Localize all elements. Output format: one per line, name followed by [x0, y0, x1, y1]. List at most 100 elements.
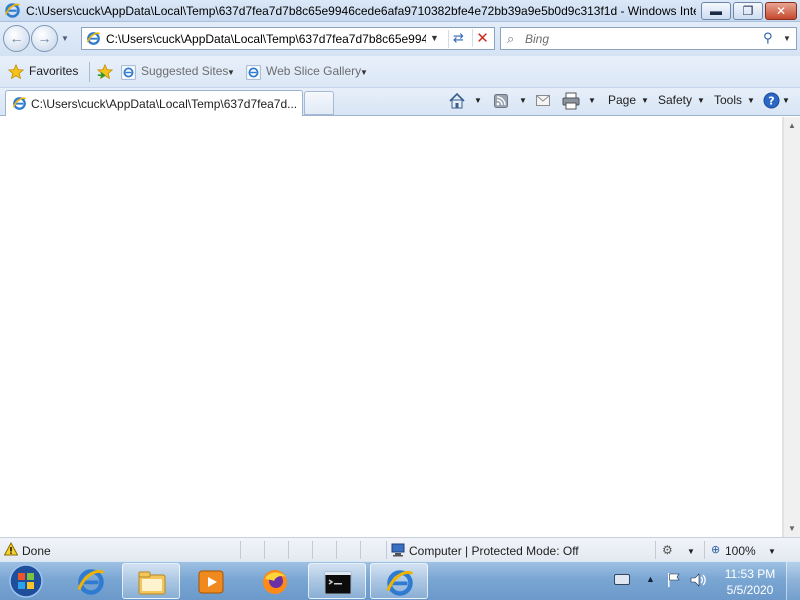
taskbar-explorer[interactable] — [122, 563, 180, 599]
page-content[interactable] — [0, 117, 783, 537]
printer-icon[interactable] — [562, 92, 580, 110]
favorites-star-icon[interactable] — [8, 64, 24, 80]
help-dropdown-icon[interactable]: ▼ — [782, 96, 790, 114]
scroll-down-icon[interactable]: ▼ — [788, 524, 796, 533]
status-divider — [264, 541, 265, 559]
tools-menu[interactable]: Tools ▼ — [714, 93, 755, 111]
recent-pages-dropdown-icon[interactable]: ▼ — [61, 34, 69, 43]
zoom-level[interactable]: 100% — [725, 544, 756, 558]
close-button[interactable]: ✕ — [765, 2, 797, 20]
back-arrow-icon: ← — [9, 30, 24, 46]
taskbar-firefox[interactable] — [246, 563, 304, 599]
safety-dropdown-icon: ▼ — [697, 96, 705, 105]
search-input[interactable] — [525, 30, 755, 47]
show-desktop-button[interactable] — [786, 562, 800, 600]
new-tab-button[interactable] — [304, 91, 334, 115]
ie-icon — [386, 570, 414, 596]
restore-icon: ❐ — [742, 4, 754, 18]
help-icon[interactable]: ? — [763, 92, 780, 109]
address-input[interactable]: C:\Users\cuck\AppData\Local\Temp\637d7fe… — [106, 32, 426, 46]
feeds-dropdown-icon[interactable]: ▼ — [519, 96, 527, 114]
tools-menu-label: Tools — [714, 93, 743, 107]
command-prompt-icon — [324, 571, 352, 595]
status-divider — [360, 541, 361, 559]
page-menu[interactable]: Page ▼ — [608, 93, 649, 111]
search-options-dropdown-icon[interactable]: ▼ — [783, 34, 791, 43]
status-divider — [336, 541, 337, 559]
address-dropdown-icon[interactable]: ▼ — [430, 33, 439, 43]
taskbar-command-prompt[interactable] — [308, 563, 366, 599]
taskbar-media-player[interactable] — [182, 563, 240, 599]
ie-icon — [77, 569, 105, 595]
svg-text:?: ? — [768, 95, 774, 108]
protected-mode-icon[interactable]: ⚙ — [662, 543, 673, 557]
scroll-up-icon[interactable]: ▲ — [788, 121, 796, 130]
add-to-favorites-bar-icon[interactable] — [96, 64, 114, 80]
status-divider — [704, 541, 705, 559]
search-box[interactable]: ⌕ ⚲ ▼ — [500, 27, 797, 50]
page-dropdown-icon: ▼ — [641, 96, 649, 105]
home-icon[interactable] — [448, 92, 466, 110]
taskbar: ▲ 11:53 PM 5/5/2020 — [0, 561, 800, 600]
system-clock[interactable]: 11:53 PM 5/5/2020 — [718, 566, 782, 598]
status-text: Done — [22, 544, 51, 558]
maximize-button[interactable]: ❐ — [733, 2, 763, 20]
address-bar[interactable]: C:\Users\cuck\AppData\Local\Temp\637d7fe… — [81, 27, 495, 50]
forward-button[interactable]: → — [31, 25, 58, 52]
computer-zone-icon — [391, 543, 405, 557]
tab-current[interactable]: C:\Users\cuck\AppData\Local\Temp\637d7fe… — [5, 90, 303, 116]
warning-icon — [4, 542, 18, 556]
firefox-icon — [263, 570, 287, 594]
taskbar-ie[interactable] — [62, 563, 120, 599]
forward-arrow-icon: → — [37, 30, 52, 46]
protected-mode-dropdown-icon[interactable]: ▼ — [687, 547, 695, 556]
mail-icon[interactable] — [536, 95, 550, 106]
print-dropdown-icon[interactable]: ▼ — [588, 96, 596, 114]
media-player-icon — [198, 570, 224, 594]
suggested-sites-ie-icon — [121, 65, 136, 80]
refresh-button[interactable]: ⇄ — [448, 30, 468, 48]
back-button[interactable]: ← — [3, 25, 30, 52]
taskbar-ie-active[interactable] — [370, 563, 428, 599]
keyboard-icon[interactable] — [614, 574, 630, 585]
minimize-button[interactable]: ▬ — [701, 2, 731, 20]
start-button[interactable] — [6, 562, 46, 600]
tab-label: C:\Users\cuck\AppData\Local\Temp\637d7fe… — [31, 97, 298, 111]
ie-page-icon — [86, 32, 101, 45]
search-icon[interactable]: ⚲ — [763, 30, 773, 46]
web-slice-dropdown-icon[interactable]: ▼ — [360, 68, 368, 77]
action-center-flag-icon[interactable] — [666, 572, 682, 588]
favorites-item-web-slice-gallery[interactable]: Web Slice Gallery — [266, 64, 361, 78]
ie-icon — [4, 3, 21, 18]
status-divider — [655, 541, 656, 559]
tab-bar: C:\Users\cuck\AppData\Local\Temp\637d7fe… — [0, 88, 800, 116]
zoom-dropdown-icon[interactable]: ▼ — [768, 547, 776, 556]
window-title: C:\Users\cuck\AppData\Local\Temp\637d7fe… — [26, 4, 696, 18]
stop-button[interactable]: ✕ — [472, 29, 492, 47]
home-dropdown-icon[interactable]: ▼ — [474, 96, 482, 114]
status-divider — [386, 541, 387, 559]
volume-icon[interactable] — [690, 572, 708, 588]
show-hidden-icons-icon[interactable]: ▲ — [646, 574, 655, 584]
rss-feed-icon[interactable] — [494, 94, 508, 108]
favorites-separator — [89, 62, 90, 82]
clock-time: 11:53 PM — [724, 567, 776, 581]
safety-menu[interactable]: Safety ▼ — [658, 93, 705, 111]
web-slice-ie-icon — [246, 65, 261, 80]
status-divider — [288, 541, 289, 559]
title-bar: C:\Users\cuck\AppData\Local\Temp\637d7fe… — [0, 0, 800, 22]
search-provider-icon: ⌕ — [507, 31, 515, 46]
close-icon: ✕ — [775, 4, 787, 18]
minimize-icon: ▬ — [710, 4, 722, 18]
favorites-button[interactable]: Favorites — [29, 64, 78, 78]
security-zone-text[interactable]: Computer | Protected Mode: Off — [409, 544, 579, 558]
favorites-item-suggested-sites[interactable]: Suggested Sites — [141, 64, 228, 78]
favorites-bar: Favorites Suggested Sites ▼ Web Slice Ga… — [0, 56, 800, 88]
zoom-icon: ⊕ — [711, 544, 721, 556]
safety-menu-label: Safety — [658, 93, 693, 107]
suggested-sites-dropdown-icon[interactable]: ▼ — [227, 68, 235, 77]
status-divider — [240, 541, 241, 559]
status-divider — [312, 541, 313, 559]
clock-date: 5/5/2020 — [726, 583, 774, 597]
vertical-scrollbar[interactable]: ▲ ▼ — [783, 117, 800, 537]
